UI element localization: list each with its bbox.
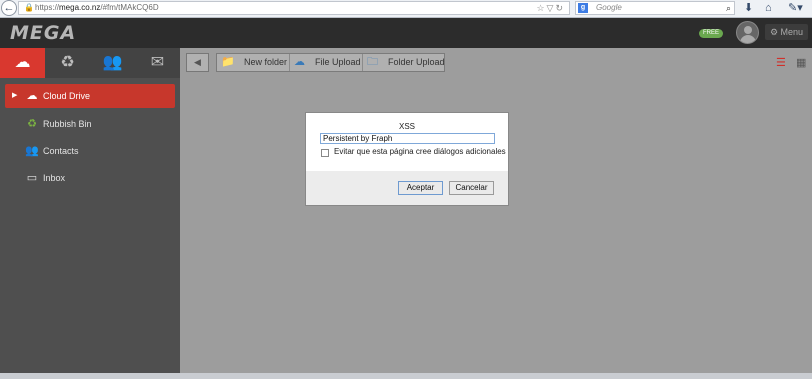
sidebar-item-label: Inbox bbox=[43, 173, 66, 183]
download-icon[interactable]: ⬇ bbox=[744, 1, 753, 15]
ok-button[interactable]: Aceptar bbox=[398, 181, 443, 195]
sidebar-item-rubbish-bin[interactable]: ♻ Rubbish Bin bbox=[5, 112, 175, 136]
sidebar-item-label: Contacts bbox=[43, 146, 79, 156]
new-folder-button[interactable]: 📁 New folder bbox=[217, 54, 289, 71]
sidebar: ▶ ☁ Cloud Drive ♻ Rubbish Bin 👥 Contacts… bbox=[0, 78, 180, 379]
addon-icon[interactable]: ✎▾ bbox=[788, 1, 803, 15]
chevron-right-icon[interactable]: ▶ bbox=[12, 84, 17, 108]
mega-logo[interactable]: MEGA bbox=[10, 22, 76, 44]
browser-back-button[interactable]: ← bbox=[1, 0, 17, 16]
file-toolbar: ◀ 📁 New folder ☁ File Upload 🗀 Folder Up… bbox=[180, 48, 812, 78]
arrow-left-icon: ◀ bbox=[194, 57, 201, 67]
browser-status-bar bbox=[0, 373, 812, 379]
menu-label: Menu bbox=[780, 27, 804, 37]
search-placeholder: Google bbox=[596, 3, 622, 12]
menu-button[interactable]: ⚙ Menu bbox=[765, 24, 808, 40]
folder-upload-icon: 🗀 bbox=[367, 56, 378, 68]
recycle-icon: ♻ bbox=[27, 118, 37, 130]
section-tabs: ☁ ♻ 👥 ✉ bbox=[0, 48, 180, 78]
navigate-back-button[interactable]: ◀ bbox=[186, 53, 209, 72]
sidebar-item-cloud-drive[interactable]: ▶ ☁ Cloud Drive bbox=[5, 84, 175, 108]
bookmark-star-icon[interactable]: ☆▽↻ bbox=[536, 2, 565, 14]
prompt-input[interactable]: Persistent by Fraph bbox=[320, 133, 495, 144]
contacts-icon: 👥 bbox=[25, 145, 39, 157]
upload-cloud-icon: ☁ bbox=[294, 56, 305, 68]
mail-icon: ✉ bbox=[150, 54, 165, 71]
upload-toolbar: 📁 New folder ☁ File Upload 🗀 Folder Uplo… bbox=[216, 53, 445, 72]
lock-icon: 🔒 bbox=[24, 3, 34, 12]
list-view-icon[interactable]: ☰ bbox=[776, 58, 786, 69]
suppress-dialogs-checkbox[interactable] bbox=[321, 149, 329, 157]
recycle-icon: ♻ bbox=[60, 54, 75, 71]
cloud-icon: ☁ bbox=[14, 54, 31, 71]
search-bar[interactable]: g Google ⌕ bbox=[575, 1, 735, 15]
folder-icon: 📁 bbox=[221, 56, 235, 68]
tab-inbox[interactable]: ✉ bbox=[135, 48, 180, 78]
file-manager-area: ◀ 📁 New folder ☁ File Upload 🗀 Folder Up… bbox=[180, 48, 812, 379]
folder-upload-label: Folder Upload bbox=[388, 57, 445, 67]
address-bar[interactable]: 🔒 https://mega.co.nz/#fm/tMAkCQ6D ☆▽↻ bbox=[18, 1, 570, 15]
dialog-body: XSS Persistent by Fraph Evitar que esta … bbox=[306, 113, 508, 171]
prompt-dialog: XSS Persistent by Fraph Evitar que esta … bbox=[305, 112, 509, 206]
grid-view-icon[interactable]: ▦ bbox=[796, 58, 806, 69]
home-icon[interactable]: ⌂ bbox=[765, 1, 772, 15]
search-icon[interactable]: ⌕ bbox=[726, 2, 731, 14]
cloud-icon: ☁ bbox=[26, 90, 38, 102]
file-upload-button[interactable]: ☁ File Upload bbox=[290, 54, 362, 71]
url-text: https://mega.co.nz/#fm/tMAkCQ6D bbox=[35, 3, 159, 12]
sidebar-item-label: Cloud Drive bbox=[43, 91, 91, 101]
account-badge[interactable]: FREE bbox=[699, 29, 723, 38]
sidebar-item-inbox[interactable]: ▭ Inbox bbox=[5, 166, 175, 190]
app-header: MEGA FREE bbox=[0, 18, 812, 48]
tab-rubbish-bin[interactable]: ♻ bbox=[45, 48, 90, 78]
new-folder-label: New folder bbox=[244, 57, 288, 67]
browser-toolbar: ← 🔒 https://mega.co.nz/#fm/tMAkCQ6D ☆▽↻ … bbox=[0, 0, 812, 18]
sidebar-item-label: Rubbish Bin bbox=[43, 119, 92, 129]
tab-cloud-drive[interactable]: ☁ bbox=[0, 48, 45, 78]
cancel-button[interactable]: Cancelar bbox=[449, 181, 494, 195]
avatar[interactable] bbox=[736, 21, 759, 44]
dialog-footer: Aceptar Cancelar bbox=[306, 171, 508, 205]
file-upload-label: File Upload bbox=[315, 57, 361, 67]
inbox-icon: ▭ bbox=[26, 172, 38, 184]
sidebar-item-contacts[interactable]: 👥 Contacts bbox=[5, 139, 175, 163]
google-icon: g bbox=[578, 3, 588, 13]
tab-contacts[interactable]: 👥 bbox=[90, 48, 135, 78]
contacts-icon: 👥 bbox=[102, 54, 123, 71]
checkbox-label: Evitar que esta página cree diálogos adi… bbox=[334, 147, 506, 156]
folder-upload-button[interactable]: 🗀 Folder Upload bbox=[363, 54, 445, 71]
dialog-title: XSS bbox=[398, 122, 415, 131]
